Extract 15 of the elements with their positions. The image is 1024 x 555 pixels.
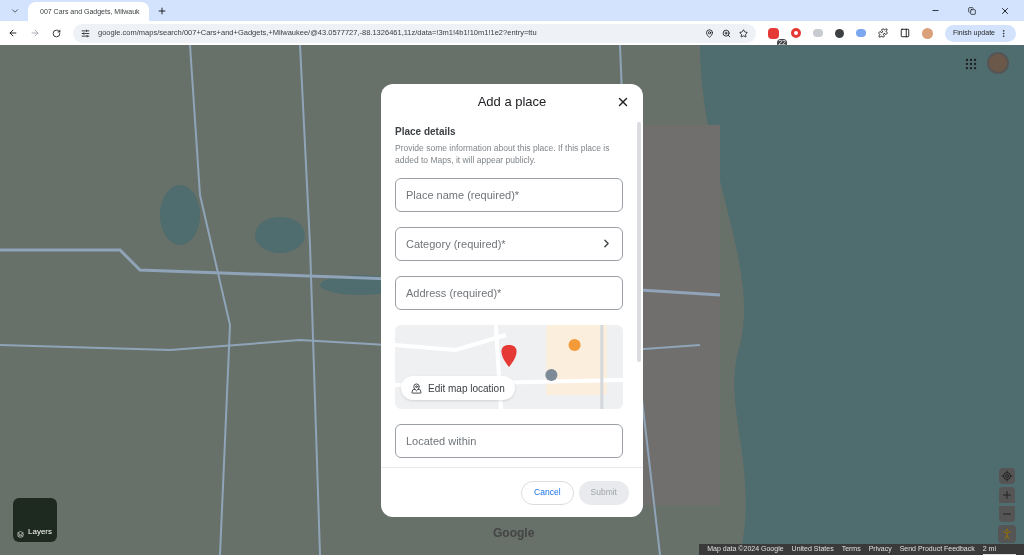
- profile-avatar[interactable]: [921, 27, 933, 39]
- back-icon[interactable]: [8, 28, 18, 38]
- new-tab-icon[interactable]: [157, 5, 167, 16]
- reload-icon[interactable]: [52, 28, 61, 38]
- close-window-icon[interactable]: [1000, 5, 1010, 16]
- location-icon[interactable]: [704, 28, 714, 38]
- more-icon: [999, 28, 1008, 38]
- ring-extension-icon[interactable]: [790, 28, 801, 38]
- side-panel-icon[interactable]: [899, 28, 910, 38]
- site-settings-icon: [81, 28, 90, 38]
- restore-icon[interactable]: [968, 6, 976, 15]
- bookmark-star-icon[interactable]: [738, 28, 748, 38]
- extensions-icon[interactable]: [877, 28, 888, 38]
- zoom-icon[interactable]: [721, 28, 731, 38]
- dark-circle-extension-icon[interactable]: [834, 28, 844, 38]
